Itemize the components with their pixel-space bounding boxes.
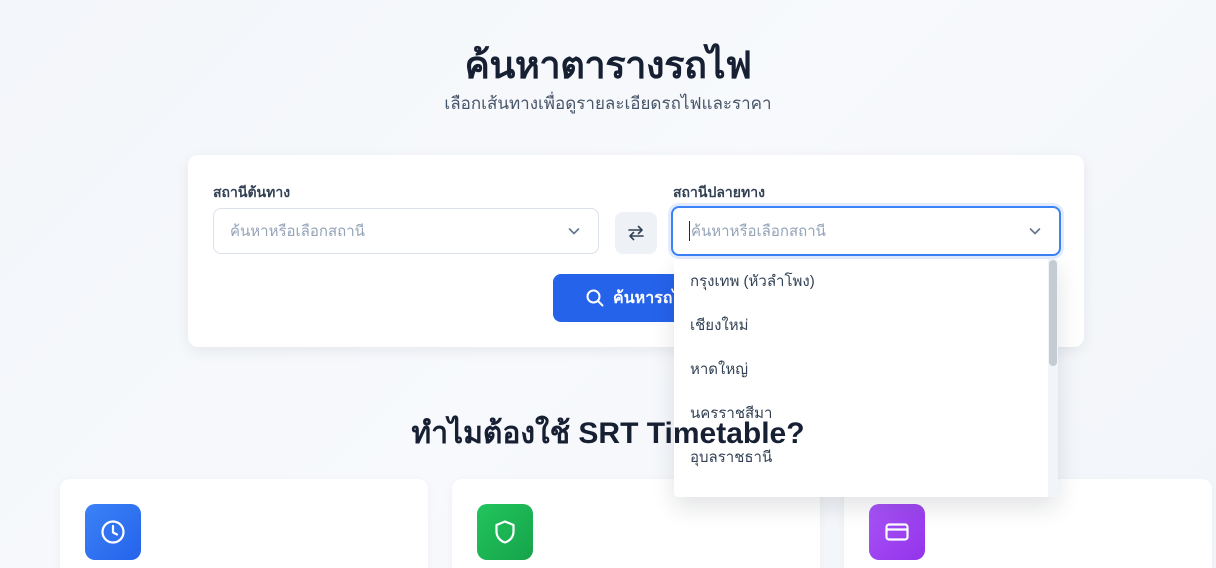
origin-placeholder: ค้นหาหรือเลือกสถานี <box>230 223 365 240</box>
text-cursor <box>689 221 690 241</box>
destination-label: สถานีปลายทาง <box>673 184 765 200</box>
destination-placeholder: ค้นหาหรือเลือกสถานี <box>691 223 826 240</box>
dropdown-scrollbar[interactable] <box>1048 259 1058 497</box>
swap-stations-button[interactable] <box>615 212 657 254</box>
destination-dropdown[interactable]: กรุงเทพ (หัวลำโพง) เชียงใหม่ หาดใหญ่ นคร… <box>674 259 1058 497</box>
why-section-title: ทำไมต้องใช้ SRT Timetable? <box>411 417 805 450</box>
swap-icon <box>628 225 644 241</box>
origin-label: สถานีต้นทาง <box>213 184 291 200</box>
search-icon <box>586 289 604 307</box>
clock-icon <box>85 504 141 560</box>
page-subtitle: เลือกเส้นทางเพื่อดูรายละเอียดรถไฟและราคา <box>444 94 772 113</box>
dropdown-option[interactable]: หาดใหญ่ <box>674 347 1048 391</box>
origin-station-select[interactable]: ค้นหาหรือเลือกสถานี <box>213 208 599 254</box>
dropdown-option[interactable]: กรุงเทพ (หัวลำโพง) <box>674 259 1048 303</box>
feature-card-schedule <box>60 479 428 568</box>
shield-icon <box>477 504 533 560</box>
dropdown-option[interactable]: เชียงใหม่ <box>674 303 1048 347</box>
scrollbar-thumb[interactable] <box>1049 260 1057 366</box>
credit-card-icon <box>869 504 925 560</box>
page-title: ค้นหาตารางรถไฟ <box>464 45 752 87</box>
chevron-down-icon <box>568 228 580 235</box>
destination-station-select[interactable]: ค้นหาหรือเลือกสถานี <box>671 206 1061 256</box>
chevron-down-icon <box>1029 228 1041 235</box>
